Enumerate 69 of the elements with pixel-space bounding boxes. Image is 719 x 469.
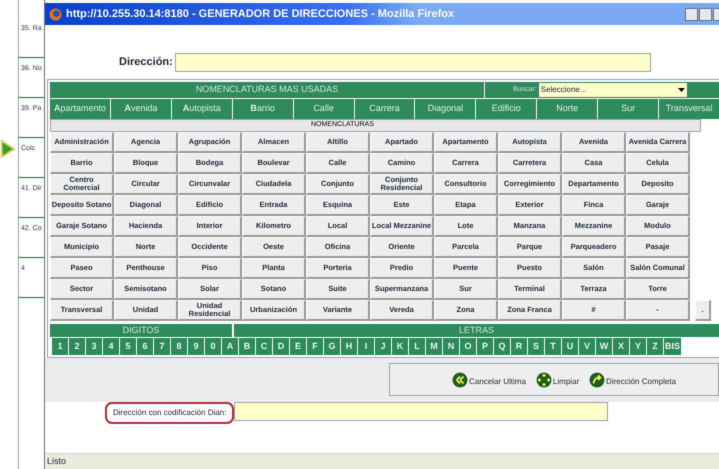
character-key[interactable]: F: [307, 338, 323, 355]
nomenclature-tab[interactable]: Transversal: [659, 99, 719, 119]
character-key[interactable]: I: [358, 338, 374, 355]
character-key[interactable]: X: [613, 338, 629, 355]
arrow-icon: [0, 138, 16, 160]
nomenclature-tab[interactable]: Carrera: [354, 99, 414, 119]
close-button[interactable]: [713, 8, 719, 20]
nomenclature-tab[interactable]: Sur: [598, 99, 658, 119]
character-key[interactable]: G: [324, 338, 340, 355]
character-key[interactable]: T: [545, 338, 561, 355]
nomenclature-tab[interactable]: Barrio: [232, 99, 293, 119]
character-key[interactable]: D: [273, 338, 289, 355]
minimize-button[interactable]: [685, 8, 698, 20]
nomenclature-tab[interactable]: Autopista: [172, 99, 232, 119]
character-key[interactable]: K: [392, 338, 408, 355]
double-chevron-icon: [452, 372, 468, 388]
character-key[interactable]: 7: [154, 338, 170, 355]
status-text: Listo: [47, 454, 66, 468]
window-title: http://10.255.30.14:8180 - GENERADOR DE DIRECCIONES - Mozilla Firefox: [66, 6, 454, 22]
character-key[interactable]: B: [239, 338, 255, 355]
dropdown-caret-icon: [678, 86, 685, 93]
action-button[interactable]: Dirección Completa: [589, 372, 676, 388]
character-key[interactable]: V: [579, 338, 595, 355]
section-header: NOMENCLATURAS MAS USADAS: [50, 82, 485, 98]
browser-logo-icon: [49, 8, 62, 20]
character-key[interactable]: P: [477, 338, 493, 355]
nomenclature-tab[interactable]: Edificio: [476, 99, 536, 119]
character-key[interactable]: S: [528, 338, 544, 355]
character-key[interactable]: 0: [205, 338, 221, 355]
nomenclature-tab[interactable]: Norte: [537, 99, 598, 119]
action-button[interactable]: Limpiar: [536, 372, 580, 388]
nomenclature-tab[interactable]: Avenida: [110, 99, 171, 119]
character-key[interactable]: E: [290, 338, 306, 355]
action-button[interactable]: Cancelar Ultima: [452, 372, 526, 388]
character-key[interactable]: BIS: [664, 338, 682, 355]
character-key[interactable]: L: [409, 338, 425, 355]
character-key[interactable]: R: [511, 338, 527, 355]
character-key[interactable]: O: [460, 338, 476, 355]
nomenclature-tab[interactable]: Calle: [294, 99, 354, 119]
character-key[interactable]: 3: [86, 338, 102, 355]
nomenclature-tab[interactable]: Apartamento: [50, 99, 110, 119]
character-key[interactable]: 1: [52, 338, 68, 355]
character-key[interactable]: 5: [120, 338, 136, 355]
character-key[interactable]: 8: [171, 338, 187, 355]
character-key[interactable]: U: [562, 338, 578, 355]
field-label: Dirección con codificación Dian:: [105, 402, 234, 424]
character-key[interactable]: N: [443, 338, 459, 355]
character-key[interactable]: M: [426, 338, 442, 355]
character-key[interactable]: 9: [188, 338, 204, 355]
search-select[interactable]: Seleccione...: [538, 83, 687, 97]
field-label: Dirección:: [119, 54, 173, 70]
character-key[interactable]: W: [596, 338, 612, 355]
character-key[interactable]: 4: [103, 338, 119, 355]
character-key[interactable]: 6: [137, 338, 153, 355]
address-field[interactable]: [174, 52, 651, 72]
maximize-button[interactable]: [699, 8, 712, 20]
dian-address-field[interactable]: [234, 402, 608, 421]
section-header: LETRAS: [234, 324, 719, 337]
character-key[interactable]: Z: [647, 338, 663, 355]
character-key[interactable]: Q: [494, 338, 510, 355]
character-key[interactable]: C: [256, 338, 272, 355]
section-header: DIGITOS: [50, 324, 232, 337]
nomenclature-tab[interactable]: Diagonal: [415, 99, 476, 119]
character-key[interactable]: A: [222, 338, 238, 355]
character-key[interactable]: 2: [69, 338, 85, 355]
dots-circle-icon: [536, 372, 552, 388]
character-key[interactable]: Y: [630, 338, 646, 355]
character-key[interactable]: J: [375, 338, 391, 355]
character-key[interactable]: H: [341, 338, 357, 355]
